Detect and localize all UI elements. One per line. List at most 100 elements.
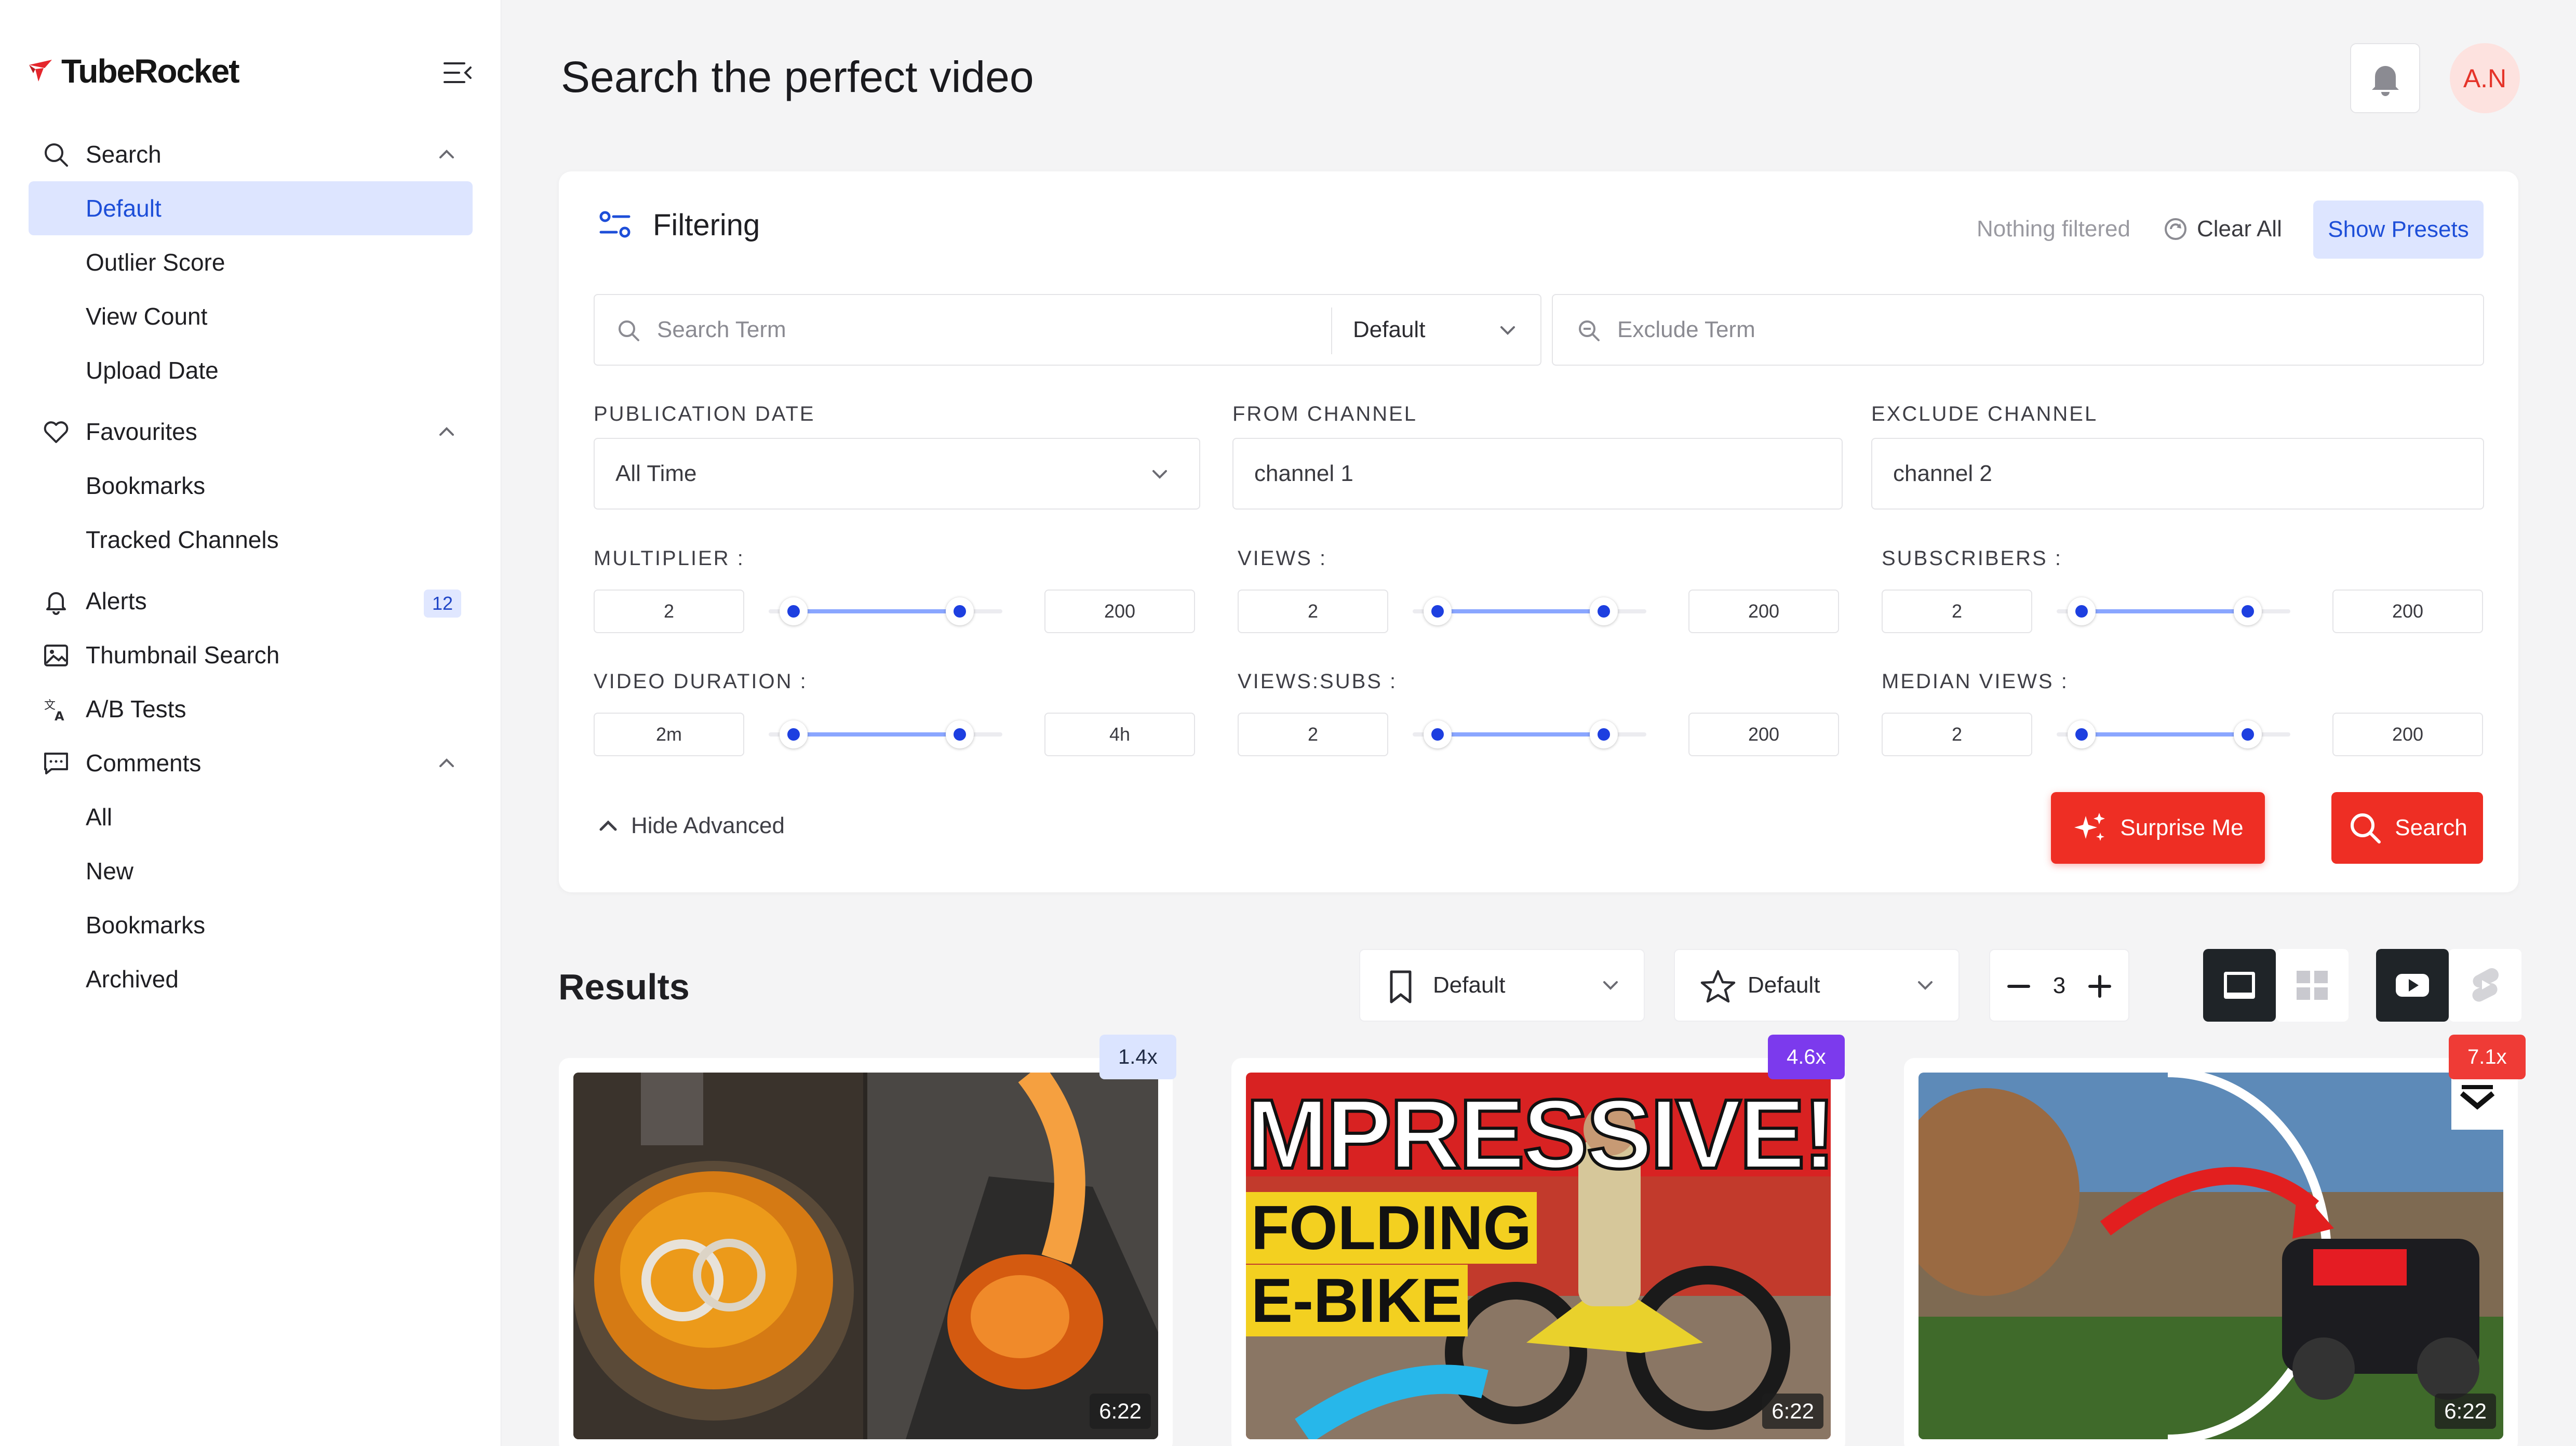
views-subs-max-handle[interactable] — [1590, 720, 1618, 748]
sidebar-subitem-label: New — [86, 858, 134, 885]
subscribers-max-input[interactable]: 200 — [2332, 590, 2483, 633]
clear-all-button[interactable]: Clear All — [2164, 216, 2282, 242]
views-subs-min-input[interactable]: 2 — [1238, 713, 1388, 756]
video-duration-label: VIDEO DURATION : — [594, 670, 808, 693]
sidebar-subitem-new[interactable]: New — [29, 844, 473, 898]
collapse-sidebar-icon[interactable] — [441, 58, 473, 87]
median-views-max-input[interactable]: 200 — [2332, 713, 2483, 756]
sidebar-item-label: Search — [86, 141, 162, 168]
subscribers-min-input[interactable]: 2 — [1882, 590, 2032, 633]
video-card[interactable]: 6:22 — [559, 1058, 1173, 1446]
comment-icon — [44, 753, 68, 774]
exclude-channel-input[interactable]: channel 2 — [1871, 438, 2484, 510]
video-duration-max-handle[interactable] — [946, 720, 974, 748]
sidebar-subitem-label: Upload Date — [86, 357, 219, 384]
video-thumbnail[interactable]: MPRESSIVE! FOLDING E-BIKE 6:22 — [1246, 1073, 1831, 1439]
logo[interactable]: TubeRocket — [27, 52, 240, 90]
star-filter-select[interactable]: Default — [1674, 949, 1960, 1022]
video-card[interactable]: 6:22 — [1904, 1058, 2518, 1446]
svg-text:A: A — [55, 709, 64, 724]
multiplier-badge: 1.4x — [1099, 1035, 1176, 1079]
show-presets-button[interactable]: Show Presets — [2313, 200, 2484, 259]
list-view-toggle[interactable] — [2203, 949, 2276, 1022]
video-duration-max-input[interactable]: 4h — [1044, 713, 1195, 756]
views-max-handle[interactable] — [1590, 597, 1618, 625]
sidebar-subitem-archived[interactable]: Archived — [29, 952, 473, 1006]
grid-view-toggle[interactable] — [2276, 949, 2349, 1022]
columns-stepper[interactable]: 3 — [1989, 949, 2129, 1022]
chevron-up-icon[interactable] — [437, 146, 456, 162]
from-channel-input[interactable]: channel 1 — [1232, 438, 1843, 510]
video-thumbnail[interactable]: 6:22 — [1918, 1073, 2503, 1439]
shorts-icon — [2472, 968, 2499, 1002]
views-min-input[interactable]: 2 — [1238, 590, 1388, 633]
sparkles-icon — [2074, 813, 2105, 841]
search-term-field[interactable]: Search Term Default — [594, 294, 1541, 366]
video-duration-min-input[interactable]: 2m — [594, 713, 744, 756]
video-card[interactable]: MPRESSIVE! FOLDING E-BIKE 6:22 — [1231, 1058, 1845, 1446]
median-views-max-handle[interactable] — [2234, 720, 2262, 748]
subscribers-max-handle[interactable] — [2234, 597, 2262, 625]
sidebar-subitem-label: View Count — [86, 303, 208, 330]
sidebar-item-search[interactable]: Search — [29, 127, 473, 181]
video-thumbnail[interactable]: 6:22 — [573, 1073, 1158, 1439]
search-button[interactable]: Search — [2331, 792, 2483, 864]
youtube-icon — [2396, 974, 2429, 997]
sidebar-subitem-upload-date[interactable]: Upload Date — [29, 343, 473, 397]
sidebar-subitem-outlier-score[interactable]: Outlier Score — [29, 235, 473, 289]
multiplier-min-input[interactable]: 2 — [594, 590, 744, 633]
views-subs-range-fill — [1438, 732, 1604, 737]
avatar[interactable]: A.N — [2450, 43, 2520, 113]
surprise-me-button[interactable]: Surprise Me — [2051, 792, 2265, 864]
star-icon — [1700, 970, 1736, 1003]
chevron-up-icon[interactable] — [437, 755, 456, 770]
median-views-min-handle[interactable] — [2068, 720, 2096, 748]
sidebar-item-thumbnail-search[interactable]: Thumbnail Search — [29, 628, 473, 682]
multiplier-max-handle[interactable] — [946, 597, 974, 625]
plus-icon[interactable] — [2087, 973, 2113, 999]
sidebar-subitem-bookmarks[interactable]: Bookmarks — [29, 459, 473, 513]
sidebar-subitem-comment-bookmarks[interactable]: Bookmarks — [29, 898, 473, 952]
sidebar-subitem-tracked-channels[interactable]: Tracked Channels — [29, 513, 473, 567]
shorts-source-toggle[interactable] — [2449, 949, 2521, 1022]
publication-date-value: All Time — [615, 461, 697, 486]
hide-advanced-toggle[interactable]: Hide Advanced — [598, 813, 785, 839]
video-duration-min-handle[interactable] — [780, 720, 808, 748]
sidebar-item-comments[interactable]: Comments — [29, 736, 473, 790]
sidebar-item-label: Alerts — [86, 587, 147, 614]
thumbnail-image — [1918, 1073, 2503, 1439]
chevron-down-icon[interactable] — [1498, 324, 1517, 338]
views-subs-max-input[interactable]: 200 — [1688, 713, 1839, 756]
views-min-handle[interactable] — [1424, 597, 1452, 625]
search-term-input[interactable]: Search Term — [657, 317, 786, 343]
youtube-source-toggle[interactable] — [2376, 949, 2449, 1022]
subscribers-min-handle[interactable] — [2068, 597, 2096, 625]
sidebar-item-label: Comments — [86, 749, 202, 776]
views-max-input[interactable]: 200 — [1688, 590, 1839, 633]
multiplier-max-input[interactable]: 200 — [1044, 590, 1195, 633]
sidebar-subitem-default[interactable]: Default — [29, 181, 473, 235]
views-subs-min-handle[interactable] — [1424, 720, 1452, 748]
chevron-up-icon[interactable] — [437, 423, 456, 439]
publication-date-label: PUBLICATION DATE — [594, 403, 815, 425]
sidebar-item-alerts[interactable]: Alerts 12 — [29, 574, 473, 628]
bookmark-filter-select[interactable]: Default — [1359, 949, 1645, 1022]
exclude-term-input[interactable]: Exclude Term — [1617, 317, 1755, 343]
filter-status: Nothing filtered — [1977, 216, 2130, 242]
notifications-button[interactable] — [2350, 43, 2420, 113]
search-mode-select[interactable]: Default — [1353, 317, 1425, 343]
bookmark-icon — [1390, 970, 1412, 1003]
page-title: Search the perfect video — [561, 52, 1034, 101]
median-views-min-input[interactable]: 2 — [1882, 713, 2032, 756]
image-icon — [44, 645, 68, 666]
bell-icon — [2371, 65, 2399, 96]
sidebar-item-favourites[interactable]: Favourites — [29, 405, 473, 459]
sidebar-subitem-all[interactable]: All — [29, 790, 473, 844]
sidebar-subitem-view-count[interactable]: View Count — [29, 289, 473, 343]
exclude-term-field[interactable]: Exclude Term — [1552, 294, 2484, 366]
sidebar-item-ab-tests[interactable]: 文A A/B Tests — [29, 682, 473, 736]
sidebar-subitem-label: Bookmarks — [86, 472, 206, 499]
multiplier-min-handle[interactable] — [780, 597, 808, 625]
publication-date-select[interactable]: All Time — [594, 438, 1200, 510]
sidebar-subitem-label: All — [86, 804, 113, 831]
